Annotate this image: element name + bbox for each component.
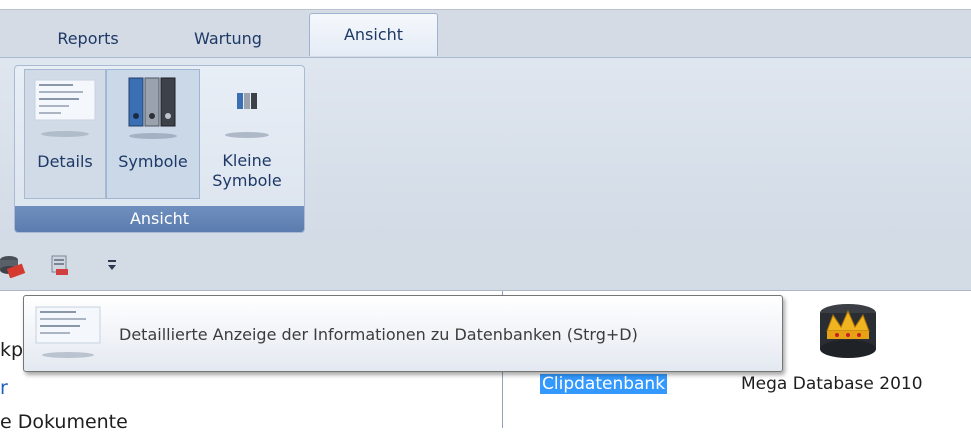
window-top-edge [0, 0, 971, 10]
symbole-view-button[interactable]: Symbole [106, 69, 200, 199]
details-view-icon [33, 74, 97, 148]
details-view-button[interactable]: Details [24, 69, 106, 199]
kleine-symbole-line2: Symbole [212, 171, 282, 190]
nav-item-2[interactable]: r [0, 377, 8, 399]
tab-ansicht[interactable]: Ansicht [309, 13, 438, 56]
tab-wartung[interactable]: Wartung [168, 22, 288, 56]
large-icons-view-icon [123, 74, 183, 148]
database-red-icon[interactable] [0, 254, 26, 282]
kleine-symbole-label: Kleine Symbole [201, 151, 293, 191]
tooltip: Detaillierte Anzeige der Informationen z… [23, 295, 783, 372]
ribbon-group-label: Ansicht [15, 206, 304, 232]
database-item-clipdatenbank[interactable]: Clipdatenbank [540, 374, 668, 394]
details-view-icon [34, 305, 104, 365]
database-item-mega[interactable]: Mega Database 2010 [741, 374, 923, 394]
ribbon-group-ansicht: Details Symbole Kleine Symbole Ansicht [14, 65, 305, 233]
database-delete-icon[interactable] [50, 254, 72, 282]
nav-item-1[interactable]: kp [0, 339, 23, 361]
quick-access-toolbar [0, 240, 971, 291]
kleine-symbole-view-button[interactable]: Kleine Symbole [201, 69, 293, 197]
kleine-symbole-line1: Kleine [222, 151, 272, 170]
tab-reports[interactable]: Reports [34, 22, 142, 56]
tooltip-text: Detaillierte Anzeige der Informationen z… [119, 325, 638, 344]
small-icons-view-icon [217, 73, 277, 147]
mega-database-crown-icon[interactable] [815, 301, 881, 367]
nav-item-documents[interactable]: e Dokumente [0, 411, 128, 433]
customize-toolbar-icon[interactable] [106, 258, 118, 276]
details-label: Details [37, 152, 93, 171]
symbole-label: Symbole [118, 152, 188, 171]
ribbon-tab-strip: Reports Wartung Ansicht [0, 10, 971, 57]
ribbon-panel: Details Symbole Kleine Symbole Ansicht [0, 57, 971, 241]
